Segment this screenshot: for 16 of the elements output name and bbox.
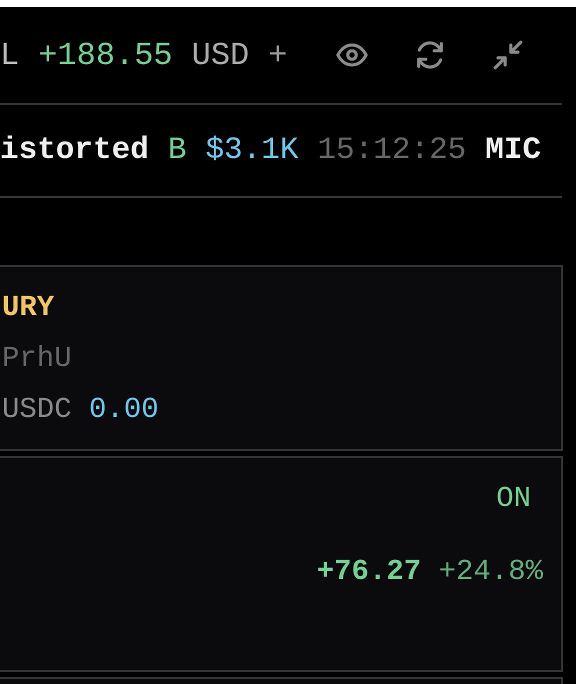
wallet-title: URY bbox=[2, 291, 56, 324]
trade-name: istorted bbox=[0, 133, 149, 168]
token-label: USDC bbox=[2, 393, 72, 426]
trade-time: 15:12:25 bbox=[317, 133, 466, 168]
position-pnl-percent: +24.8% bbox=[438, 555, 543, 588]
wallet-address: PrhU bbox=[2, 342, 73, 375]
pnl-value: +188.55 bbox=[38, 36, 173, 74]
pnl-label: L bbox=[0, 36, 20, 74]
add-button[interactable]: + bbox=[268, 36, 288, 74]
status-label: ON bbox=[496, 482, 531, 515]
trade-side: B bbox=[168, 133, 186, 168]
token-balance: 0.00 bbox=[89, 393, 159, 426]
position-pnl: +76.27 bbox=[316, 555, 422, 588]
currency-label: USD bbox=[192, 36, 250, 74]
trade-amount: $3.1K bbox=[205, 133, 298, 168]
trade-name: MIC bbox=[485, 133, 542, 168]
